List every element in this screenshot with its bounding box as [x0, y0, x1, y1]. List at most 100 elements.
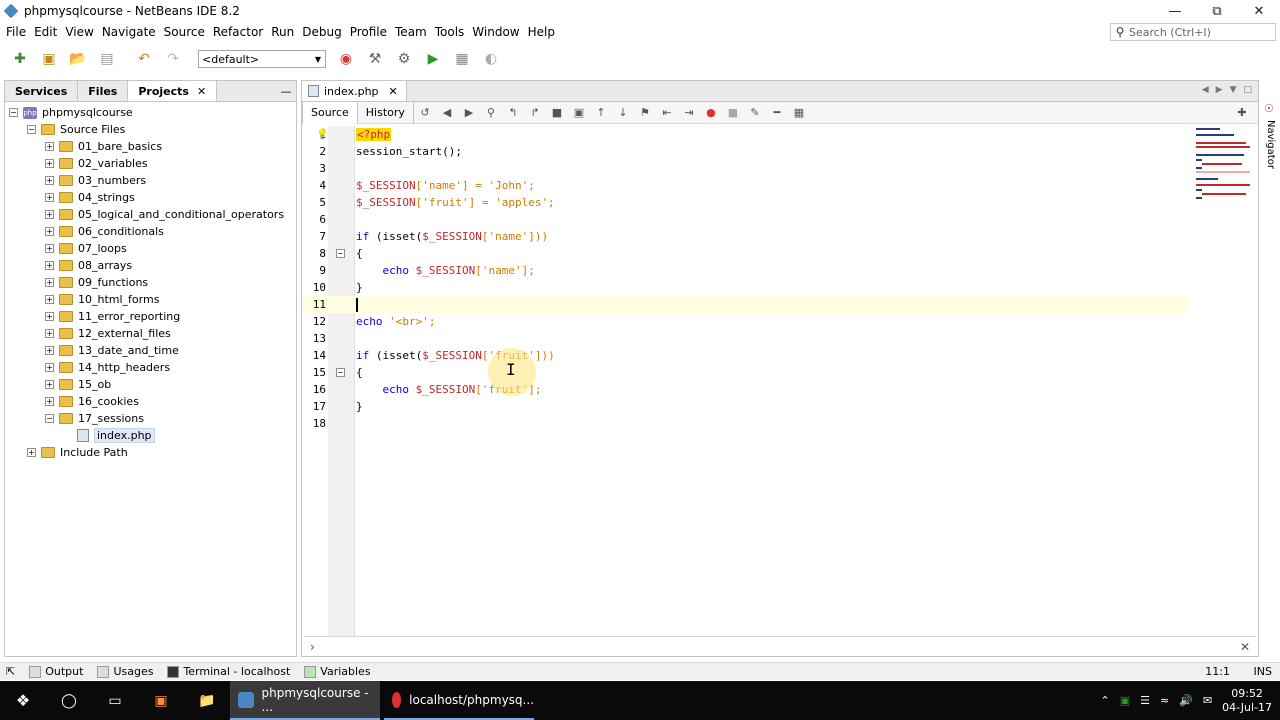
macro-record-icon[interactable]: ● — [703, 106, 719, 120]
back-icon[interactable]: ◀ — [439, 106, 455, 120]
menu-team[interactable]: Team — [391, 25, 431, 39]
menu-source[interactable]: Source — [160, 25, 209, 39]
undo-icon[interactable]: ↶ — [132, 48, 156, 70]
fold-collapse-icon[interactable]: − — [336, 249, 345, 258]
close-icon[interactable]: ✕ — [389, 85, 398, 98]
menu-run[interactable]: Run — [267, 25, 298, 39]
forward-icon[interactable]: ▶ — [461, 106, 477, 120]
menu-window[interactable]: Window — [468, 25, 523, 39]
close-icon[interactable]: ✕ — [1238, 0, 1280, 22]
next-bookmark-icon[interactable]: ↓ — [615, 106, 631, 120]
tree-node-folder[interactable]: +11_error_reporting — [5, 308, 296, 325]
show-hidden-icons-icon[interactable]: ⌃ — [1101, 694, 1110, 707]
menu-edit[interactable]: Edit — [30, 25, 61, 39]
taskbar-app-chrome[interactable]: localhost/phpmysq... — [384, 681, 534, 720]
expand-icon[interactable]: + — [45, 142, 54, 151]
close-icon[interactable]: ✕ — [197, 85, 206, 98]
tree-node-folder[interactable]: +09_functions — [5, 274, 296, 291]
taskbar-clock[interactable]: 09:52 04-Jul-17 — [1222, 687, 1272, 715]
expand-icon[interactable]: + — [45, 312, 54, 321]
menu-help[interactable]: Help — [524, 25, 559, 39]
tree-node-folder[interactable]: +04_strings — [5, 189, 296, 206]
volume-icon[interactable]: 🔊 — [1179, 694, 1193, 707]
tab-index-php[interactable]: index.php ✕ — [302, 81, 407, 101]
tree-node-folder[interactable]: +10_html_forms — [5, 291, 296, 308]
tree-node-folder-open[interactable]: − 17_sessions — [5, 410, 296, 427]
tab-source[interactable]: Source — [302, 101, 358, 124]
restore-window-group-icon[interactable]: ⇱ — [6, 665, 15, 678]
tree-node-folder[interactable]: +05_logical_and_conditional_operators — [5, 206, 296, 223]
run-icon[interactable]: ▶ — [421, 48, 445, 70]
expand-icon[interactable]: + — [45, 278, 54, 287]
tree-node-folder[interactable]: +02_variables — [5, 155, 296, 172]
tree-node-folder[interactable]: +01_bare_basics — [5, 138, 296, 155]
terminal-tab[interactable]: Terminal - localhost — [167, 665, 290, 678]
expand-icon[interactable]: + — [45, 363, 54, 372]
profile-icon[interactable]: ◐ — [479, 48, 503, 70]
tab-history[interactable]: History — [358, 101, 414, 124]
windows-start-icon[interactable]: ❖ — [0, 681, 46, 720]
network-icon[interactable]: ☰ — [1140, 694, 1150, 707]
save-all-icon[interactable]: ▤ — [95, 48, 119, 70]
expand-icon[interactable]: + — [45, 193, 54, 202]
comment-icon[interactable]: ✎ — [747, 106, 763, 120]
build-icon[interactable]: ⚒ — [363, 48, 387, 70]
search-box[interactable]: ⚲ Search (Ctrl+I) — [1110, 23, 1276, 41]
open-project-icon[interactable]: 📂 — [66, 48, 90, 70]
macro-stop-icon[interactable]: ■ — [725, 106, 741, 120]
wifi-icon[interactable]: ≈ — [1160, 694, 1169, 707]
tree-node-folder[interactable]: +13_date_and_time — [5, 342, 296, 359]
menu-navigate[interactable]: Navigate — [98, 25, 160, 39]
tree-node-include-path[interactable]: + Include Path — [5, 444, 296, 461]
minimize-panel-icon[interactable]: — — [276, 81, 296, 101]
collapse-icon[interactable]: − — [45, 414, 54, 423]
new-file-icon[interactable]: ✚ — [8, 48, 32, 70]
expand-icon[interactable]: + — [45, 329, 54, 338]
sublime-icon[interactable]: ▣ — [138, 681, 184, 720]
expand-icon[interactable]: + — [45, 295, 54, 304]
expand-icon[interactable]: + — [27, 448, 36, 457]
menu-tools[interactable]: Tools — [431, 25, 469, 39]
tree-node-file[interactable]: index.php — [5, 427, 296, 444]
prev-bookmark-icon[interactable]: ↑ — [593, 106, 609, 120]
uncomment-icon[interactable]: ━ — [769, 106, 785, 120]
usages-tab[interactable]: Usages — [97, 665, 153, 678]
expand-icon[interactable]: + — [45, 159, 54, 168]
collapse-icon[interactable]: − — [27, 125, 36, 134]
variables-tab[interactable]: Variables — [304, 665, 371, 678]
scroll-left-icon[interactable]: ◀ — [1202, 85, 1209, 95]
chrome-icon[interactable]: ◉ — [334, 48, 358, 70]
tray-app-icon[interactable]: ▣ — [1120, 694, 1130, 707]
expand-icon[interactable]: + — [45, 380, 54, 389]
restore-icon[interactable]: ⧉ — [1196, 0, 1238, 22]
configuration-select[interactable]: <default> ▼ — [198, 50, 326, 68]
cortana-icon[interactable]: ◯ — [46, 681, 92, 720]
tab-files[interactable]: Files — [78, 81, 129, 101]
expand-icon[interactable]: + — [45, 210, 54, 219]
tree-node-project[interactable]: − php phpmysqlcourse — [5, 104, 296, 121]
debug-icon[interactable]: ▦ — [450, 48, 474, 70]
menu-profile[interactable]: Profile — [346, 25, 391, 39]
code-minimap[interactable] — [1196, 126, 1256, 226]
new-project-icon[interactable]: ▣ — [37, 48, 61, 70]
tab-services[interactable]: Services — [5, 81, 79, 101]
menu-debug[interactable]: Debug — [298, 25, 345, 39]
hint-bulb-icon[interactable]: 💡 — [316, 129, 328, 140]
tab-projects[interactable]: Projects ✕ — [128, 81, 218, 101]
expand-icon[interactable]: + — [45, 261, 54, 270]
file-explorer-icon[interactable]: 📁 — [184, 681, 230, 720]
find-next-icon[interactable]: ↱ — [527, 106, 543, 120]
output-tab[interactable]: Output — [29, 665, 83, 678]
redo-icon[interactable]: ↷ — [161, 48, 185, 70]
maximize-icon[interactable]: □ — [1243, 85, 1252, 95]
code-area[interactable]: 💡 1 <?php 2 session_start(); 3 4 $_SESSI… — [302, 126, 1258, 636]
expand-icon[interactable]: + — [45, 176, 54, 185]
notifications-icon[interactable]: ✉ — [1203, 694, 1212, 707]
expand-icon[interactable]: + — [45, 346, 54, 355]
navigator-strip[interactable]: ☉ Navigator — [1260, 100, 1280, 180]
shift-right-icon[interactable]: ⇥ — [681, 106, 697, 120]
toggle-rect-select-icon[interactable]: ▣ — [571, 106, 587, 120]
expand-icon[interactable]: + — [45, 244, 54, 253]
menu-view[interactable]: View — [61, 25, 97, 39]
menu-refactor[interactable]: Refactor — [209, 25, 267, 39]
